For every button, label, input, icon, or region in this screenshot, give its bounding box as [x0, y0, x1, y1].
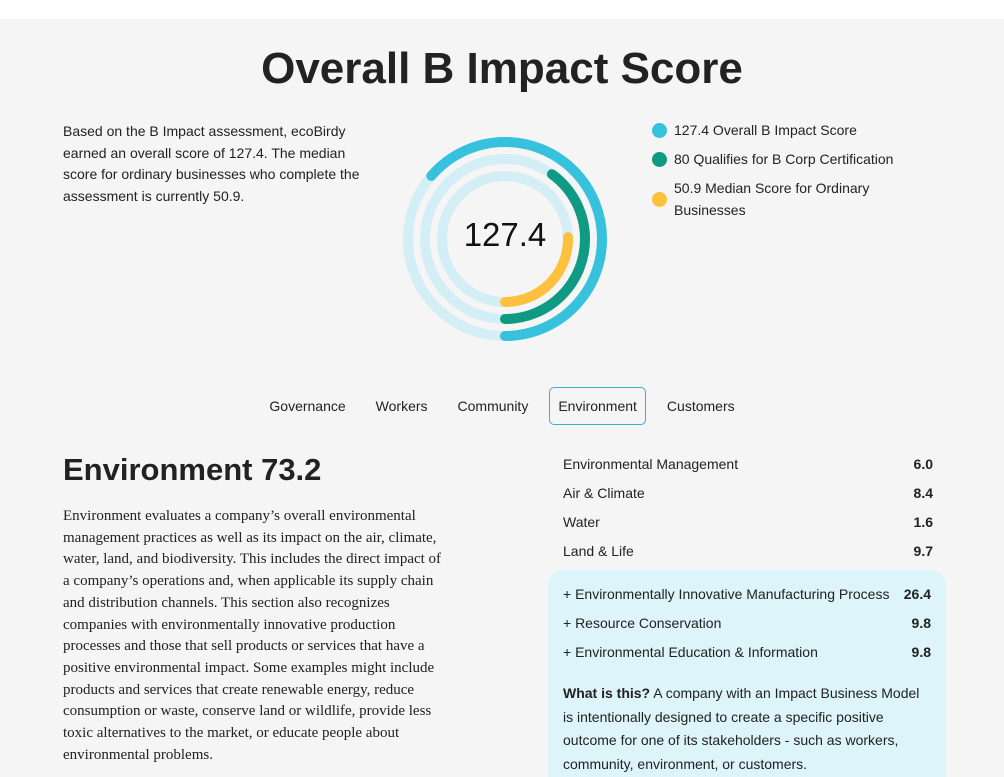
ibm-question: What is this?: [563, 685, 651, 701]
legend-dot-icon: [652, 152, 667, 167]
impact-score-panel: Overall B Impact Score Based on the B Im…: [0, 19, 1004, 777]
ibm-explanation: What is this? A company with an Impact B…: [563, 682, 931, 776]
impact-business-model-box: + Environmentally Innovative Manufacturi…: [548, 570, 946, 777]
score-ring-chart: 127.4: [400, 134, 610, 344]
ibm-score-value: 9.8: [911, 615, 931, 631]
score-value: 9.7: [913, 543, 933, 559]
score-row: Environmental Management 6.0: [563, 453, 933, 482]
score-value: 1.6: [913, 514, 933, 530]
legend-item-median: 50.9 Median Score for Ordinary Businesse…: [652, 177, 912, 221]
ibm-score-row: + Resource Conservation 9.8: [563, 613, 931, 642]
legend-dot-icon: [652, 123, 667, 138]
tab-community[interactable]: Community: [449, 387, 538, 425]
score-value: 8.4: [913, 485, 933, 501]
category-score-list: Environmental Management 6.0 Air & Clima…: [563, 453, 933, 569]
page-title: Overall B Impact Score: [261, 44, 743, 93]
intro-text: Based on the B Impact assessment, ecoBir…: [63, 123, 360, 204]
tab-environment[interactable]: Environment: [549, 387, 646, 425]
tab-workers[interactable]: Workers: [367, 387, 437, 425]
score-row: Air & Climate 8.4: [563, 482, 933, 511]
legend-item-overall: 127.4 Overall B Impact Score: [652, 119, 912, 141]
score-value: 6.0: [913, 456, 933, 472]
legend-label: 127.4 Overall B Impact Score: [674, 122, 857, 138]
score-row: Water 1.6: [563, 511, 933, 540]
score-label: Water: [563, 514, 600, 530]
ibm-score-value: 9.8: [911, 644, 931, 660]
ibm-score-label: + Resource Conservation: [563, 615, 722, 631]
score-row: Land & Life 9.7: [563, 540, 933, 569]
ibm-score-value: 26.4: [903, 586, 931, 602]
section-description: Environment evaluates a company’s overal…: [63, 508, 442, 763]
legend-item-qualifies: 80 Qualifies for B Corp Certification: [652, 148, 912, 170]
section-title: Environment 73.2: [63, 452, 322, 487]
score-label: Environmental Management: [563, 456, 739, 472]
score-label: Air & Climate: [563, 485, 645, 501]
ibm-score-row: + Environmental Education & Information …: [563, 642, 931, 671]
ring-center-score: 127.4: [463, 216, 547, 253]
legend-label: 80 Qualifies for B Corp Certification: [674, 151, 894, 167]
tab-governance[interactable]: Governance: [260, 387, 354, 425]
legend-dot-icon: [652, 192, 667, 207]
legend-label: 50.9 Median Score for Ordinary Businesse…: [674, 180, 870, 218]
ibm-score-row: + Environmentally Innovative Manufacturi…: [563, 584, 931, 613]
score-legend: 127.4 Overall B Impact Score 80 Qualifie…: [652, 119, 912, 228]
ibm-score-label: + Environmentally Innovative Manufacturi…: [563, 586, 890, 602]
ibm-score-label: + Environmental Education & Information: [563, 644, 818, 660]
score-label: Land & Life: [563, 543, 634, 559]
tab-customers[interactable]: Customers: [658, 387, 744, 425]
category-tabs: Governance Workers Community Environment…: [0, 387, 1004, 425]
